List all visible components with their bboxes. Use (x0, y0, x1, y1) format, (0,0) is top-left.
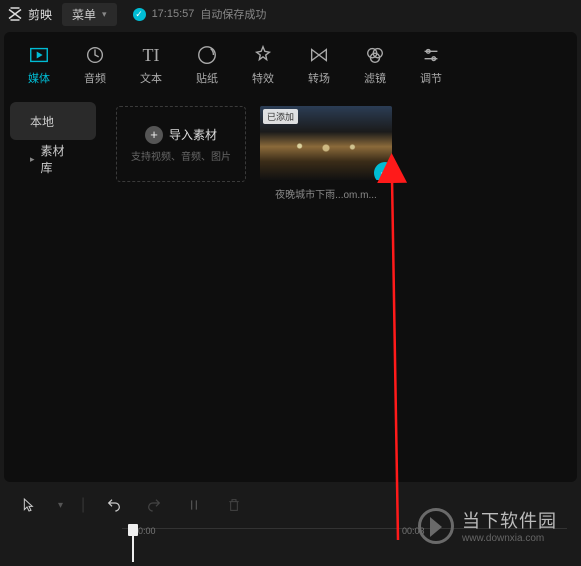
time-label: 0:00 (138, 526, 156, 536)
media-icon (28, 44, 50, 66)
media-item[interactable]: 已添加 + 夜晚城市下雨...om.m... (260, 106, 392, 201)
pointer-tool[interactable] (18, 494, 40, 516)
app-logo-icon (6, 5, 24, 23)
tab-label: 媒体 (28, 70, 50, 86)
autosave-status: ✓ 17:15:57 自动保存成功 (133, 6, 267, 22)
media-thumbnail[interactable]: 已添加 + (260, 106, 392, 180)
redo-button[interactable] (143, 494, 165, 516)
sidebar-item-library[interactable]: ▸ 素材库 (4, 140, 102, 178)
tab-label: 滤镜 (364, 70, 386, 86)
import-hint: 支持视频、音频、图片 (131, 148, 231, 163)
tab-adjust[interactable]: 调节 (420, 44, 442, 86)
watermark-logo-icon (418, 508, 454, 544)
chevron-right-icon: ▸ (30, 154, 35, 165)
watermark-title: 当下软件园 (462, 507, 557, 533)
add-to-timeline-button[interactable]: + (374, 162, 392, 180)
app-logo-group[interactable]: 剪映 (6, 5, 52, 23)
menu-dropdown[interactable]: 菜单 ▾ (62, 3, 117, 26)
tab-label: 转场 (308, 70, 330, 86)
tab-label: 调节 (420, 70, 442, 86)
tab-text[interactable]: TI 文本 (140, 44, 162, 86)
media-caption: 夜晚城市下雨...om.m... (260, 186, 392, 201)
tab-label: 贴纸 (196, 70, 218, 86)
sidebar-item-label: 素材库 (41, 142, 76, 176)
adjust-icon (420, 44, 442, 66)
import-label: 导入素材 (169, 126, 217, 143)
watermark-url: www.downxia.com (462, 533, 557, 544)
chevron-down-icon: ▾ (102, 9, 107, 20)
effects-icon (252, 44, 274, 66)
autosave-text: 自动保存成功 (200, 6, 266, 22)
sidebar-item-label: 本地 (30, 113, 54, 130)
sidebar-item-local[interactable]: 本地 (10, 102, 96, 140)
tab-label: 特效 (252, 70, 274, 86)
media-sidebar: 本地 ▸ 素材库 (4, 92, 102, 482)
split-button[interactable] (183, 494, 205, 516)
tab-sticker[interactable]: 贴纸 (196, 44, 218, 86)
delete-button[interactable] (223, 494, 245, 516)
import-media-card[interactable]: + 导入素材 支持视频、音频、图片 (116, 106, 246, 182)
tab-filter[interactable]: 滤镜 (364, 44, 386, 86)
filter-icon (364, 44, 386, 66)
media-grid: + 导入素材 支持视频、音频、图片 已添加 + 夜晚城市下雨...om.m... (102, 92, 577, 482)
top-toolbar: 媒体 音频 TI 文本 贴纸 特效 转场 滤镜 调节 (4, 32, 577, 92)
tab-label: 音频 (84, 70, 106, 86)
watermark: 当下软件园 www.downxia.com (418, 507, 557, 544)
content-row: 本地 ▸ 素材库 + 导入素材 支持视频、音频、图片 已添加 + 夜晚城市下雨. (4, 92, 577, 482)
menu-label: 菜单 (72, 6, 96, 23)
tab-media[interactable]: 媒体 (28, 44, 50, 86)
sticker-icon (196, 44, 218, 66)
tab-effects[interactable]: 特效 (252, 44, 274, 86)
text-icon: TI (140, 44, 162, 66)
check-icon: ✓ (133, 8, 146, 21)
plus-icon: + (145, 126, 163, 144)
tab-audio[interactable]: 音频 (84, 44, 106, 86)
transition-icon (308, 44, 330, 66)
app-name: 剪映 (28, 6, 52, 23)
tab-transition[interactable]: 转场 (308, 44, 330, 86)
titlebar: 剪映 菜单 ▾ ✓ 17:15:57 自动保存成功 (0, 0, 581, 28)
media-tag: 已添加 (263, 109, 298, 124)
tab-label: 文本 (140, 70, 162, 86)
chevron-down-icon[interactable]: ▾ (58, 500, 63, 511)
main-panel: 媒体 音频 TI 文本 贴纸 特效 转场 滤镜 调节 (4, 32, 577, 482)
autosave-time: 17:15:57 (152, 8, 195, 20)
audio-icon (84, 44, 106, 66)
playhead[interactable] (128, 524, 138, 562)
undo-button[interactable] (103, 494, 125, 516)
